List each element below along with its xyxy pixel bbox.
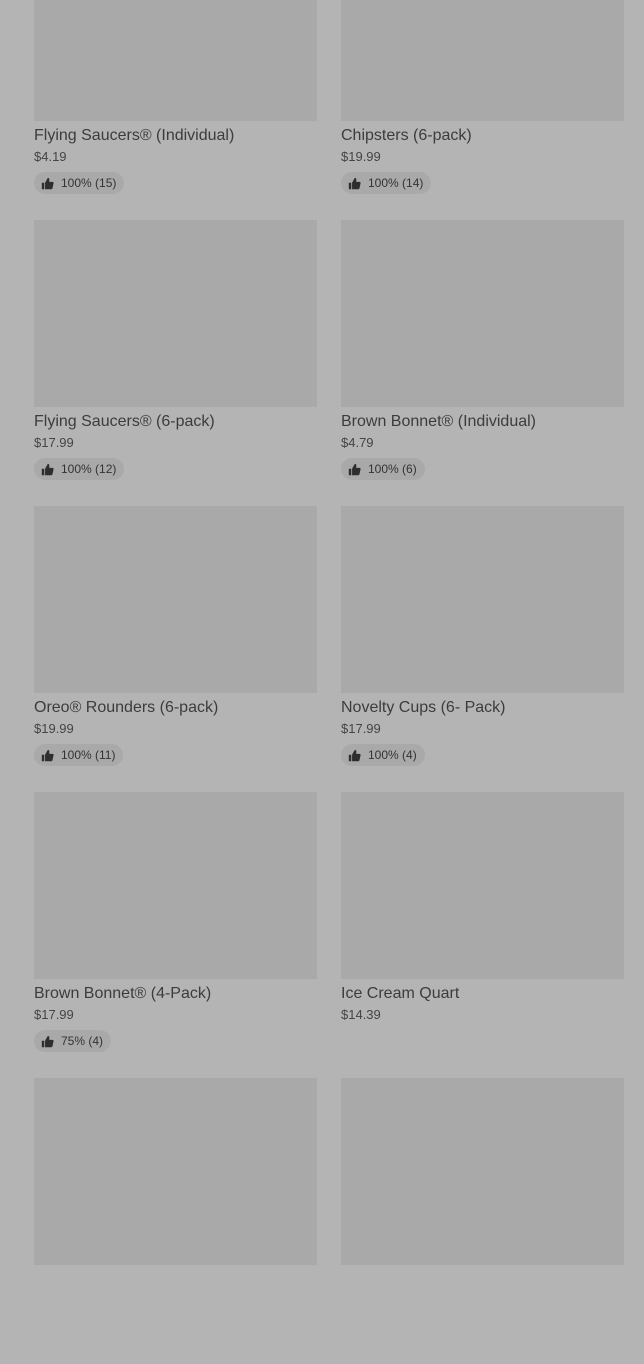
product-name[interactable]: Flying Saucers® (Individual) [34,126,317,146]
product-image[interactable] [341,792,624,979]
thumbs-up-icon [348,749,361,761]
product-image[interactable] [341,0,624,121]
rating-badge: 100% (4) [341,744,425,766]
rating-badge: 100% (14) [341,172,432,194]
product-image[interactable] [341,506,624,693]
thumbs-up-icon [41,1035,54,1047]
product-image[interactable] [34,506,317,693]
product-card[interactable]: Brown Bonnet® (Individual) $4.79 100% (6… [341,220,624,506]
product-card[interactable] [34,1078,317,1364]
product-card[interactable]: Oreo® Rounders (6-pack) $19.99 100% (11) [34,506,317,792]
thumbs-up-icon [41,177,54,189]
product-card[interactable]: Ice Cream Quart $14.39 [341,792,624,1078]
product-card[interactable]: Flying Saucers® (6-pack) $17.99 100% (12… [34,220,317,506]
rating-badge: 100% (12) [34,458,125,480]
product-price: $19.99 [341,149,381,164]
product-price: $19.99 [34,721,74,736]
rating-text: 100% (11) [61,748,116,762]
product-card[interactable]: Chipsters (6-pack) $19.99 100% (14) [341,0,624,220]
rating-text: 75% (4) [61,1034,104,1048]
rating-badge: 75% (4) [34,1030,112,1052]
product-grid: Flying Saucers® (Individual) $4.19 100% … [34,0,624,1364]
thumbs-up-icon [41,463,54,475]
rating-badge: 100% (6) [341,458,425,480]
product-name[interactable]: Chipsters (6-pack) [341,126,624,146]
rating-text: 100% (14) [368,176,424,190]
rating-text: 100% (12) [61,462,117,476]
product-price: $14.39 [341,1007,381,1022]
thumbs-up-icon [41,749,54,761]
rating-text: 100% (15) [61,176,117,190]
thumbs-up-icon [348,177,361,189]
product-card[interactable]: Flying Saucers® (Individual) $4.19 100% … [34,0,317,220]
rating-text: 100% (6) [368,462,417,476]
product-name[interactable]: Oreo® Rounders (6-pack) [34,698,317,718]
product-price: $4.79 [341,435,374,450]
product-price: $17.99 [34,435,74,450]
rating-badge: 100% (11) [34,744,124,766]
product-image[interactable] [34,0,317,121]
rating-badge: 100% (15) [34,172,125,194]
product-card[interactable]: Brown Bonnet® (4-Pack) $17.99 75% (4) [34,792,317,1078]
product-price: $4.19 [34,149,67,164]
product-name[interactable]: Brown Bonnet® (4-Pack) [34,984,317,1004]
product-name[interactable]: Ice Cream Quart [341,984,624,1004]
product-image[interactable] [34,220,317,407]
product-name[interactable]: Brown Bonnet® (Individual) [341,412,624,432]
product-card[interactable] [341,1078,624,1364]
rating-text: 100% (4) [368,748,417,762]
product-image[interactable] [341,1078,624,1265]
thumbs-up-icon [348,463,361,475]
product-image[interactable] [341,220,624,407]
product-image[interactable] [34,792,317,979]
product-price: $17.99 [34,1007,74,1022]
product-image[interactable] [34,1078,317,1265]
product-name[interactable]: Novelty Cups (6- Pack) [341,698,624,718]
product-name[interactable]: Flying Saucers® (6-pack) [34,412,317,432]
product-price: $17.99 [341,721,381,736]
product-card[interactable]: Novelty Cups (6- Pack) $17.99 100% (4) [341,506,624,792]
